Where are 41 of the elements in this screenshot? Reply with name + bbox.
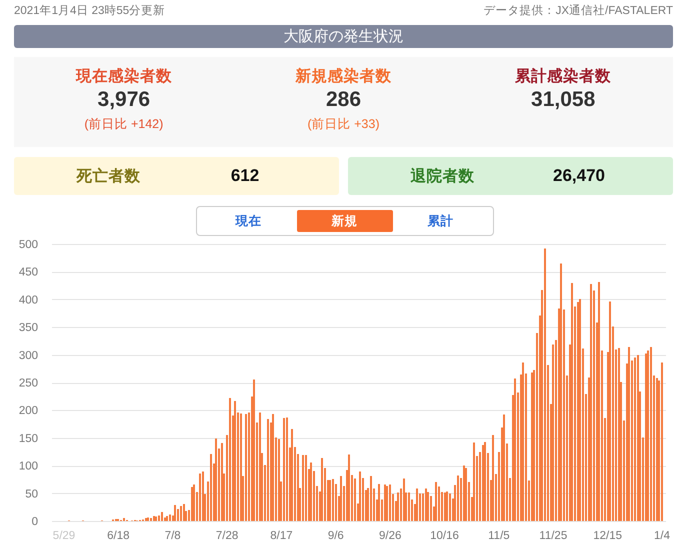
total-label: 退院者数: [410, 166, 476, 186]
stat-label: 累計感染者数: [515, 66, 612, 87]
data-source: データ提供：JX通信社/FASTALERT: [484, 4, 673, 19]
x-axis-label: 6/18: [107, 530, 130, 542]
y-axis-label: 400: [18, 294, 38, 306]
y-axis-label: 250: [18, 378, 38, 390]
y-axis-label: 100: [18, 460, 38, 473]
x-axis-label: 7/8: [164, 530, 181, 542]
y-axis-label: 500: [18, 239, 38, 251]
x-axis-label: 9/6: [328, 530, 344, 542]
stat-value: 3,976: [98, 87, 150, 113]
y-axis-label: 50: [25, 488, 38, 500]
y-axis-label: 300: [18, 350, 38, 362]
stat-change: (前日比 +33): [307, 116, 380, 133]
tab[interactable]: 現在: [200, 210, 296, 232]
x-axis-label: 9/26: [378, 530, 402, 542]
y-axis-label: 200: [18, 405, 38, 418]
x-axis-label: 5/29: [52, 530, 76, 542]
stat-label: 新規感染者数: [295, 66, 392, 87]
x-axis-label: 1/4: [654, 530, 670, 542]
stat-label: 現在感染者数: [76, 66, 172, 87]
stat-value: 286: [326, 87, 362, 113]
section-title: 大阪府の発生状況: [14, 25, 673, 48]
x-axis-label: 11/5: [488, 530, 510, 542]
y-axis-label: 350: [18, 322, 38, 334]
stat-change: (前日比 +142): [84, 116, 164, 133]
x-axis-label: 10/16: [430, 530, 459, 542]
x-axis-label: 11/25: [539, 530, 568, 542]
y-axis-label: 0: [32, 516, 38, 528]
x-axis-label: 12/15: [593, 530, 622, 542]
x-axis-label: 8/17: [270, 530, 293, 542]
x-axis-label: 7/28: [216, 530, 238, 542]
total-label: 死亡者数: [75, 166, 142, 186]
y-axis-label: 150: [18, 432, 38, 445]
total-value: 26,470: [552, 166, 606, 186]
update-time: 2021年1月4日 23時55分更新: [14, 3, 166, 19]
y-axis-label: 450: [18, 266, 38, 279]
tab[interactable]: 累計: [392, 210, 488, 232]
stat-value: 31,058: [531, 87, 596, 113]
tab[interactable]: 新規: [296, 210, 392, 232]
total-value: 612: [230, 166, 260, 186]
